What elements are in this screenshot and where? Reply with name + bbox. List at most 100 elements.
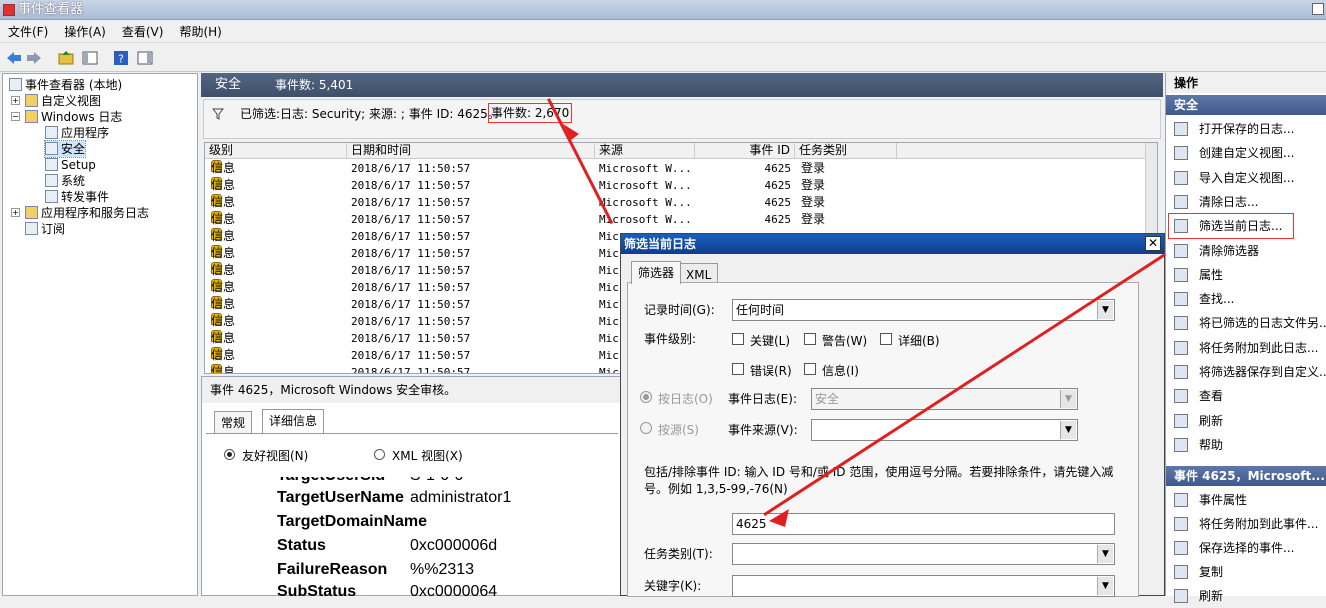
forward-arrow-icon[interactable] (26, 50, 42, 66)
action-item[interactable]: 帮助 (1166, 433, 1326, 457)
event-list-header: 级别 日期和时间 来源 事件 ID 任务类别 (205, 143, 1157, 159)
logged-combo[interactable]: 任何时间 ▼ (732, 299, 1115, 321)
source-cell: Mic (599, 332, 619, 345)
event-action-item[interactable]: 事件属性 (1166, 488, 1326, 512)
close-icon[interactable]: ✕ (1145, 236, 1161, 251)
up-folder-icon[interactable] (58, 50, 74, 66)
actions-section-event[interactable]: 事件 4625，Microsoft... (1166, 466, 1326, 486)
action-item[interactable]: 查看 (1166, 384, 1326, 408)
minimize-button[interactable] (1312, 3, 1324, 15)
action-icon (1174, 389, 1188, 404)
action-icon (1174, 146, 1188, 161)
col-task-category[interactable]: 任务类别 (795, 143, 897, 159)
table-row[interactable]: 信息 2018/6/17 11:50:57 Microsoft W... 4625 登录 (205, 211, 1145, 228)
action-icon (1174, 437, 1188, 452)
action-item[interactable]: 将已筛选的日志文件另... (1166, 311, 1326, 335)
info-checkbox[interactable] (804, 363, 816, 375)
date-cell: 2018/6/17 11:50:57 (351, 213, 471, 226)
radio-by-source[interactable] (640, 422, 652, 434)
tree-security-log[interactable]: 安全 (43, 140, 87, 158)
source-cell: Mic (599, 298, 619, 311)
warning-checkbox[interactable] (804, 333, 816, 345)
col-event-id[interactable]: 事件 ID (695, 143, 795, 159)
event-action-item[interactable]: 复制 (1166, 560, 1326, 584)
tree-forwarded-events[interactable]: 转发事件 (45, 189, 109, 205)
tree-windows-logs[interactable]: − Windows 日志 (11, 109, 122, 125)
field-value: administrator1 (410, 489, 512, 506)
action-icon (1174, 316, 1188, 331)
event-action-item[interactable]: 保存选择的事件... (1166, 536, 1326, 560)
critical-checkbox[interactable] (732, 333, 744, 345)
date-cell: 2018/6/17 11:50:57 (351, 349, 471, 362)
table-row[interactable]: 信息 2018/6/17 11:50:57 Microsoft W... 4625 登录 (205, 194, 1145, 211)
dialog-titlebar: 筛选当前日志 ✕ (621, 234, 1164, 254)
action-item[interactable]: 导入自定义视图... (1166, 166, 1326, 190)
action-icon (1174, 243, 1188, 258)
action-item[interactable]: 属性 (1166, 263, 1326, 287)
event-action-item[interactable]: 刷新 (1166, 584, 1326, 608)
action-item[interactable]: 打开保存的日志... (1166, 117, 1326, 141)
dialog-title: 筛选当前日志 (624, 237, 697, 251)
warning-label: 警告(W) (822, 334, 868, 348)
help-icon[interactable]: ? (113, 50, 129, 66)
tab-filter[interactable]: 筛选器 (631, 261, 682, 284)
menu-view[interactable]: 查看(V) (114, 21, 172, 43)
error-checkbox[interactable] (732, 363, 744, 375)
field-key: TargetDomainName (277, 513, 427, 530)
actions-section-security[interactable]: 安全 (1166, 95, 1326, 115)
tab-details[interactable]: 详细信息 (262, 409, 325, 433)
log-icon (45, 174, 58, 187)
back-arrow-icon[interactable] (6, 50, 22, 66)
event-friendly-view: TargetUserSid S-1-0-0 TargetUserName admin… (232, 477, 622, 597)
expand-icon[interactable]: + (11, 96, 20, 105)
task-cell: 登录 (801, 195, 826, 209)
task-category-combo[interactable]: ▼ (732, 543, 1115, 565)
action-icon (1174, 589, 1188, 603)
id-cell: 4625 (764, 196, 792, 209)
table-row[interactable]: 信息 2018/6/17 11:50:57 Microsoft W... 4625 登录 (205, 177, 1145, 194)
source-cell: Mic (599, 247, 619, 260)
highlight-filter-action (1168, 213, 1294, 239)
date-cell: 2018/6/17 11:50:57 (351, 179, 471, 192)
verbose-checkbox[interactable] (880, 333, 892, 345)
tree-root[interactable]: 事件查看器 (本地) (9, 77, 122, 93)
radio-xml-label: XML 视图(X) (392, 449, 463, 463)
show-hide-action-pane-icon[interactable] (137, 50, 153, 66)
tree-app-services-logs[interactable]: + 应用程序和服务日志 (11, 205, 149, 221)
tree-custom-views[interactable]: + 自定义视图 (11, 93, 101, 109)
action-item[interactable]: 创建自定义视图... (1166, 141, 1326, 165)
log-header: 安全 事件数: 5,401 (201, 73, 1163, 97)
col-level[interactable]: 级别 (205, 143, 347, 159)
show-hide-tree-icon[interactable] (82, 50, 98, 66)
tree-setup-log[interactable]: Setup (45, 157, 96, 173)
filter-icon (212, 108, 224, 120)
radio-by-log[interactable] (640, 391, 652, 403)
tree-system-log[interactable]: 系统 (45, 173, 85, 189)
menu-file[interactable]: 文件(F) (0, 21, 56, 43)
action-item[interactable]: 将筛选器保存到自定义... (1166, 360, 1326, 384)
action-icon (1174, 122, 1188, 136)
tree-application-log[interactable]: 应用程序 (45, 125, 109, 141)
chevron-down-icon: ▼ (1097, 301, 1113, 319)
event-action-item[interactable]: 将任务附加到此事件... (1166, 512, 1326, 536)
sources-combo[interactable]: ▼ (811, 419, 1078, 441)
action-item[interactable]: 清除筛选器 (1166, 239, 1326, 263)
action-item[interactable]: 查找... (1166, 287, 1326, 311)
chevron-down-icon: ▼ (1097, 545, 1113, 563)
tree-subscriptions[interactable]: 订阅 (25, 221, 65, 237)
menu-action[interactable]: 操作(A) (56, 21, 114, 43)
action-item[interactable]: 将任务附加到此日志... (1166, 336, 1326, 360)
action-item[interactable]: 刷新 (1166, 409, 1326, 433)
radio-friendly[interactable] (224, 449, 235, 460)
expand-icon[interactable]: + (11, 208, 20, 217)
tab-general[interactable]: 常规 (214, 411, 253, 433)
keywords-combo[interactable]: ▼ (732, 575, 1115, 597)
window-titlebar: 事件查看器 (0, 0, 1326, 20)
menu-help[interactable]: 帮助(H) (171, 21, 229, 43)
table-row[interactable]: 信息 2018/6/17 11:50:57 Microsoft W... 4625 登录 (205, 160, 1145, 177)
col-source[interactable]: 来源 (595, 143, 695, 159)
radio-xml[interactable] (374, 449, 385, 460)
action-item[interactable]: 清除日志... (1166, 190, 1326, 214)
collapse-icon[interactable]: − (11, 112, 20, 121)
task-cell: 登录 (801, 178, 826, 192)
